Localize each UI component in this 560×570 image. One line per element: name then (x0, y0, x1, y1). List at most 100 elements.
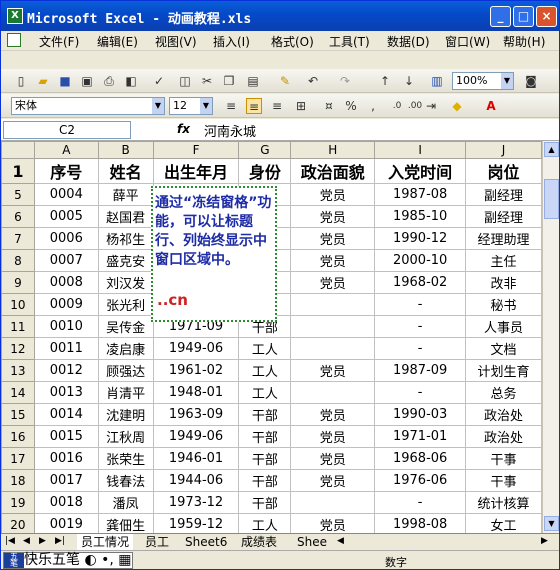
font-select[interactable]: 宋体 ▼ (11, 97, 165, 115)
table-cell[interactable]: 主任 (465, 249, 542, 272)
table-cell[interactable]: 0014 (33, 403, 99, 426)
preview-icon[interactable]: ◧ (123, 73, 139, 89)
font-color-icon[interactable]: A (483, 98, 499, 114)
table-cell[interactable]: 1998-08 (374, 513, 467, 533)
new-icon[interactable]: ▯ (13, 73, 29, 89)
table-cell[interactable]: 人事员 (465, 315, 542, 338)
last-sheet-icon[interactable]: ▶| (55, 536, 65, 546)
comma-icon[interactable]: , (365, 98, 381, 114)
sheet-tab[interactable]: Shee (293, 534, 331, 550)
row-header[interactable]: 17 (1, 447, 35, 470)
header-cell[interactable]: 出生年月 (152, 158, 240, 184)
row-header[interactable]: 9 (1, 271, 35, 294)
table-cell[interactable]: 0004 (33, 183, 99, 206)
table-cell[interactable]: 1973-12 (152, 491, 240, 514)
vertical-scrollbar[interactable]: ▲ ▼ (542, 141, 559, 533)
keyboard-icon[interactable]: ▦ (118, 552, 131, 568)
table-cell[interactable] (290, 491, 376, 514)
punct-icon[interactable]: •, (101, 552, 114, 568)
table-cell[interactable] (290, 337, 376, 360)
header-cell[interactable]: 身份 (238, 158, 292, 184)
indent-icon[interactable]: ⇥ (423, 98, 439, 114)
table-cell[interactable]: 0012 (33, 359, 99, 382)
paste-icon[interactable]: ▤ (245, 73, 261, 89)
percent-icon[interactable]: % (343, 98, 359, 114)
table-cell[interactable]: 0017 (33, 469, 99, 492)
table-cell[interactable]: 政治处 (465, 425, 542, 448)
column-header[interactable]: A (33, 141, 99, 159)
table-cell[interactable]: 0008 (33, 271, 99, 294)
table-cell[interactable]: - (374, 315, 467, 338)
table-cell[interactable]: 沈建明 (97, 403, 154, 426)
table-cell[interactable]: 党员 (290, 447, 376, 470)
next-sheet-icon[interactable]: ▶ (39, 536, 46, 546)
table-cell[interactable]: 1961-02 (152, 359, 240, 382)
menu-view[interactable]: 视图(V) (155, 33, 197, 50)
row-header[interactable]: 10 (1, 293, 35, 316)
table-cell[interactable]: 龚佃生 (97, 513, 154, 533)
table-cell[interactable]: - (374, 381, 467, 404)
table-cell[interactable]: 0019 (33, 513, 99, 533)
first-sheet-icon[interactable]: |◀ (5, 536, 15, 546)
table-cell[interactable]: 0010 (33, 315, 99, 338)
table-cell[interactable]: 1948-01 (152, 381, 240, 404)
table-cell[interactable]: 工人 (238, 513, 292, 533)
row-header[interactable]: 6 (1, 205, 35, 228)
header-cell[interactable]: 政治面貌 (290, 158, 376, 184)
scroll-thumb[interactable] (544, 179, 559, 219)
scroll-down-icon[interactable]: ▼ (544, 516, 559, 531)
header-cell[interactable]: 入党时间 (374, 158, 467, 184)
table-cell[interactable]: 1963-09 (152, 403, 240, 426)
hscroll-right-icon[interactable]: ▶ (541, 536, 548, 546)
menu-edit[interactable]: 编辑(E) (97, 33, 138, 50)
table-cell[interactable]: 女工 (465, 513, 542, 533)
zoom-select[interactable]: 100% ▼ (452, 72, 514, 90)
row-header[interactable]: 5 (1, 183, 35, 206)
table-cell[interactable]: 0013 (33, 381, 99, 404)
column-header[interactable]: I (374, 141, 467, 159)
undo-icon[interactable]: ↶ (305, 73, 321, 89)
merge-center-icon[interactable]: ⊞ (293, 98, 309, 114)
column-header[interactable]: F (152, 141, 240, 159)
table-cell[interactable] (290, 381, 376, 404)
table-cell[interactable]: 1971-01 (374, 425, 467, 448)
spellcheck-icon[interactable]: ✓ (151, 73, 167, 89)
fx-icon[interactable]: fx (177, 122, 190, 136)
table-cell[interactable]: 党员 (290, 403, 376, 426)
table-cell[interactable]: 杨祁生 (97, 227, 154, 250)
column-header[interactable]: B (97, 141, 154, 159)
ime-toolbar[interactable]: 五笔快乐五笔 ◐ •, ▦ (3, 552, 133, 569)
table-cell[interactable]: 0011 (33, 337, 99, 360)
sort-asc-icon[interactable]: ↑ (377, 73, 393, 89)
table-cell[interactable]: 1968-02 (374, 271, 467, 294)
table-cell[interactable]: 肖清平 (97, 381, 154, 404)
copy-icon[interactable]: ❐ (221, 73, 237, 89)
table-cell[interactable]: 1949-06 (152, 337, 240, 360)
minimize-button[interactable]: _ (490, 6, 511, 27)
table-cell[interactable]: 1968-06 (374, 447, 467, 470)
permission-icon[interactable]: ▣ (79, 73, 95, 89)
moon-icon[interactable]: ◐ (84, 552, 96, 568)
sort-desc-icon[interactable]: ↓ (401, 73, 417, 89)
table-cell[interactable]: 盛克安 (97, 249, 154, 272)
table-cell[interactable]: 0005 (33, 205, 99, 228)
row-header[interactable]: 20 (1, 513, 35, 533)
table-cell[interactable]: 政治处 (465, 403, 542, 426)
worksheet-grid[interactable]: A B F G H I J 1 序号 姓名 出生年月 身份 政治面貌 入党时间 … (1, 141, 542, 533)
sheet-tab[interactable]: 成绩表 (237, 534, 281, 550)
redo-icon[interactable]: ↷ (337, 73, 353, 89)
header-cell[interactable]: 岗位 (465, 158, 542, 184)
table-cell[interactable]: 顾强达 (97, 359, 154, 382)
menu-tools[interactable]: 工具(T) (329, 33, 370, 50)
table-cell[interactable]: 总务 (465, 381, 542, 404)
formula-input[interactable]: 河南永城 (204, 121, 256, 140)
table-cell[interactable]: 统计核算 (465, 491, 542, 514)
table-cell[interactable]: 副经理 (465, 183, 542, 206)
table-cell[interactable]: 党员 (290, 249, 376, 272)
table-cell[interactable]: 副经理 (465, 205, 542, 228)
hscroll-left-icon[interactable]: ◀ (337, 536, 344, 546)
table-cell[interactable]: 党员 (290, 359, 376, 382)
column-header[interactable]: G (238, 141, 292, 159)
table-cell[interactable]: 0016 (33, 447, 99, 470)
row-header[interactable]: 15 (1, 403, 35, 426)
